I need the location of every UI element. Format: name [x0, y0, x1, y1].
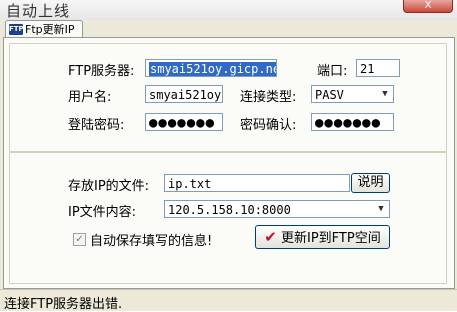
close-button[interactable]: X: [403, 0, 453, 13]
close-icon: X: [424, 0, 432, 11]
chevron-down-icon[interactable]: ▼: [377, 86, 393, 102]
password-label: 登陆密码:: [68, 118, 125, 133]
tab-label: Ftp更新IP: [25, 23, 75, 36]
update-ip-button-label: 更新IP到FTP空间: [281, 231, 381, 246]
autosave-checkbox[interactable]: ✓: [73, 233, 86, 246]
explain-button[interactable]: 说明: [351, 173, 390, 193]
update-ip-button[interactable]: ✔ 更新IP到FTP空间: [255, 225, 390, 249]
ip-content-select[interactable]: 120.5.158.10:8000 ▼: [164, 200, 390, 218]
app-window: 自动上线 X FTP Ftp更新IP FTP服务器: smyai521oy.gi…: [0, 0, 457, 312]
confirm-password-label: 密码确认:: [240, 118, 297, 133]
ftp-server-input[interactable]: smyai521oy.gicp.net: [145, 59, 277, 77]
ip-settings-group: 存放IP的文件: ip.txt 说明 IP文件内容: 120.5.158.10:…: [9, 152, 447, 284]
autosave-label: 自动保存填写的信息!: [90, 234, 213, 249]
tab-ftp-update-ip[interactable]: FTP Ftp更新IP: [5, 20, 83, 38]
ip-file-label: 存放IP的文件:: [68, 179, 150, 194]
checkmark-icon: ✔: [264, 228, 277, 246]
ftp-icon: FTP: [9, 24, 24, 35]
ip-file-input[interactable]: ip.txt: [164, 174, 350, 192]
chevron-down-icon[interactable]: ▼: [373, 201, 389, 217]
status-bar: 连接FTP服务器出错.: [0, 289, 457, 312]
confirm-password-input[interactable]: ●●●●●●●: [311, 113, 394, 131]
ip-content-label: IP文件内容:: [68, 205, 137, 220]
conn-type-label: 连接类型:: [240, 90, 297, 105]
password-input[interactable]: ●●●●●●●: [145, 113, 223, 131]
port-input[interactable]: 21: [356, 59, 400, 77]
ftp-server-label: FTP服务器:: [68, 64, 135, 79]
window-title: 自动上线: [6, 2, 71, 20]
port-label: 端口:: [317, 64, 348, 79]
conn-type-select[interactable]: PASV ▼: [311, 85, 394, 103]
tab-panel: FTP服务器: smyai521oy.gicp.net 端口: 21 用户名: …: [3, 37, 455, 289]
username-label: 用户名:: [68, 90, 112, 105]
username-input[interactable]: smyai521oy: [145, 85, 223, 103]
ftp-settings-group: FTP服务器: smyai521oy.gicp.net 端口: 21 用户名: …: [9, 43, 447, 152]
status-text: 连接FTP服务器出错.: [4, 297, 123, 312]
title-bar: 自动上线 X: [0, 0, 457, 20]
